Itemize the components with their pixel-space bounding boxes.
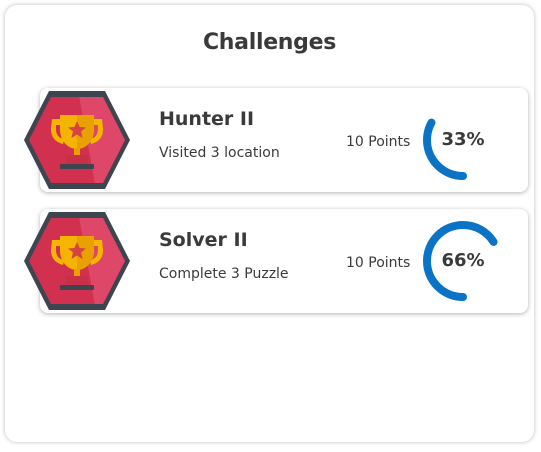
challenge-title: Solver II: [159, 229, 248, 251]
challenge-title: Hunter II: [159, 108, 255, 130]
challenge-description: Visited 3 location: [159, 145, 280, 161]
trophy-icon: [24, 212, 130, 310]
panel-title: Challenges: [202, 30, 337, 55]
progress-percent: 66%: [441, 250, 485, 271]
challenge-description: Complete 3 Puzzle: [159, 266, 289, 282]
challenge-card-hunter[interactable]: Hunter II Visited 3 location 10 Points 3…: [24, 88, 528, 192]
progress-percent: 33%: [441, 129, 485, 150]
trophy-icon: [24, 91, 130, 189]
challenge-card-solver[interactable]: Solver II Complete 3 Puzzle 10 Points 66…: [24, 209, 528, 313]
challenges-panel: Challenges Hunter II Visited 3 location …: [5, 5, 534, 442]
points-label: 10 Points: [346, 134, 411, 150]
points-label: 10 Points: [346, 255, 411, 271]
